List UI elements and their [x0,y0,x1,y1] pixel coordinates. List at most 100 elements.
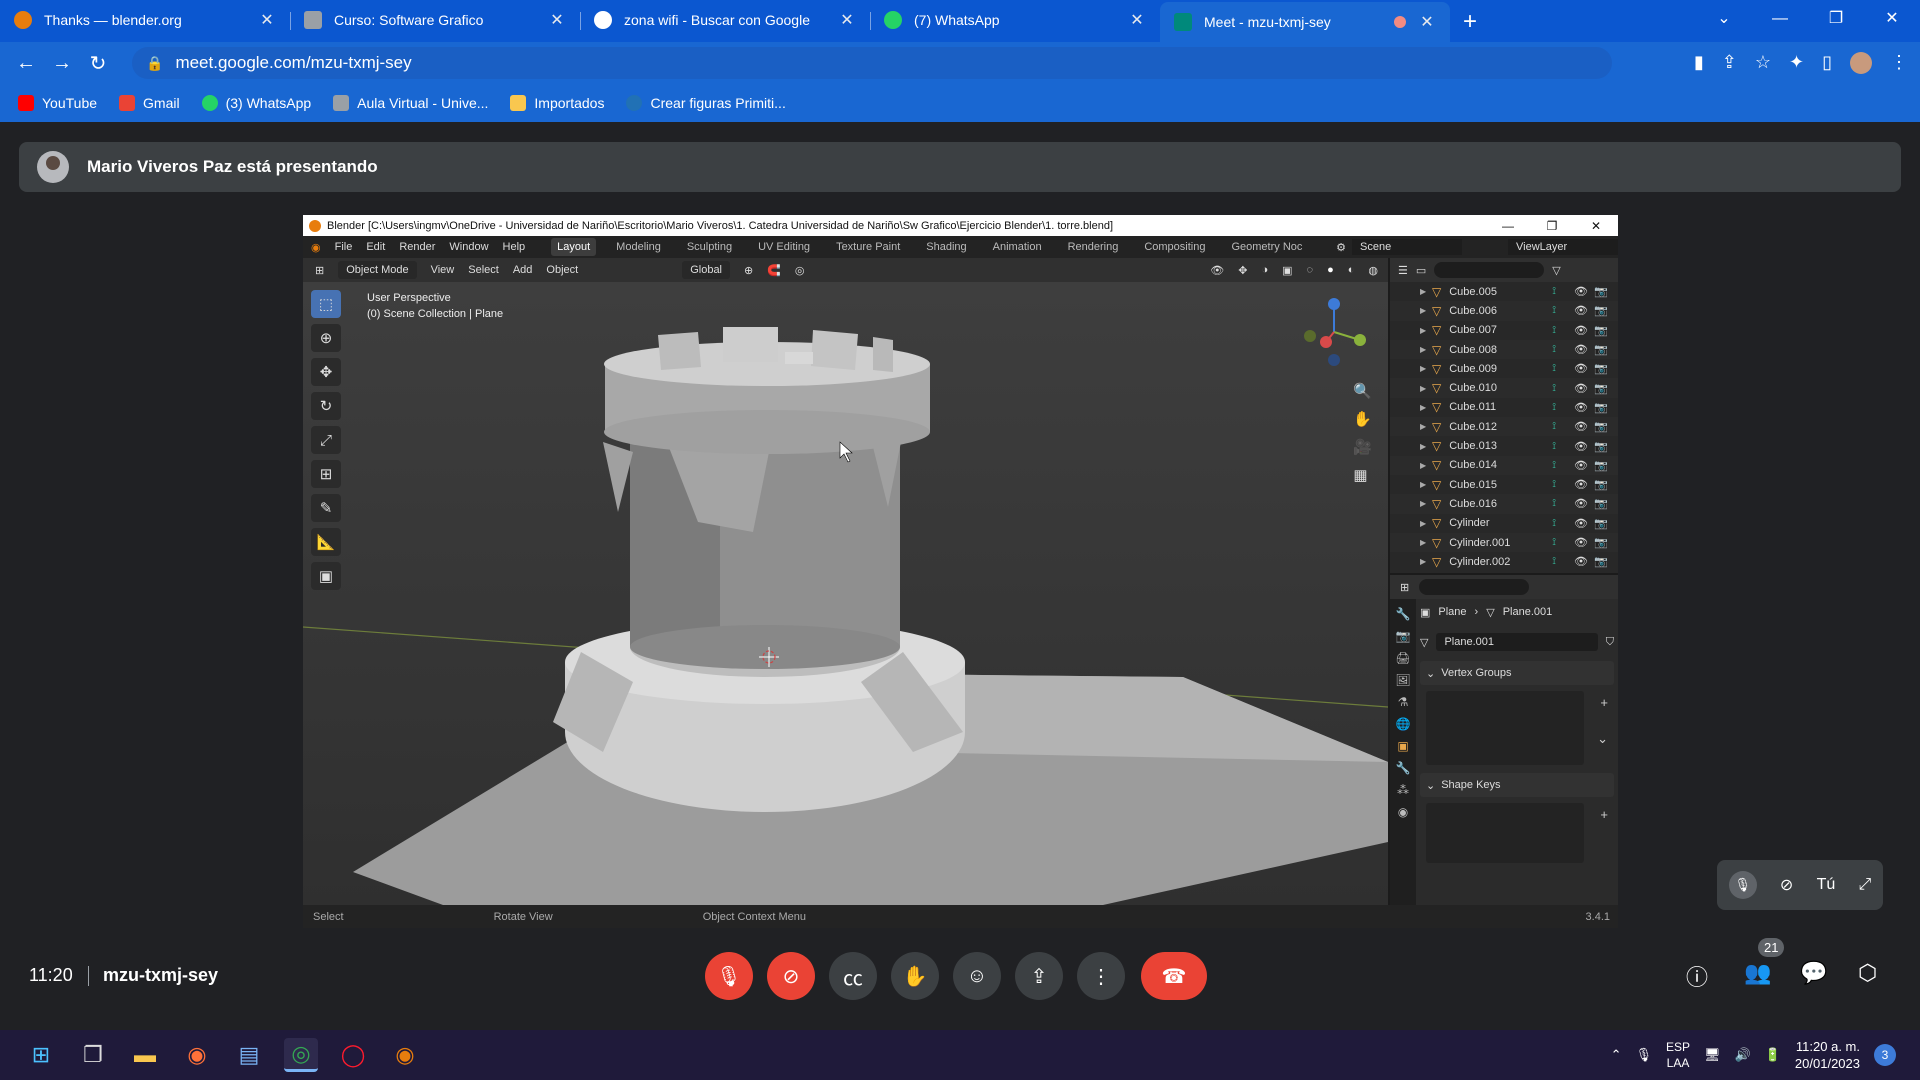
outliner-item[interactable]: ▶ ▽ Cube.011 ⟟ 👁 📷 [1390,398,1618,417]
bookmark-aula-virtual[interactable]: Aula Virtual - Unive... [333,95,488,111]
close-icon[interactable]: ✕ [548,10,566,30]
bookmark-youtube[interactable]: YouTube [18,95,97,111]
firefox-icon[interactable]: ◉ [180,1038,214,1072]
expand-arrow-icon[interactable]: ▶ [1420,364,1426,373]
menu-icon[interactable]: ⋮ [1890,52,1908,74]
more-options-button[interactable]: ⋮ [1077,952,1125,1000]
workspace-animation[interactable]: Animation [987,238,1048,256]
3d-viewport[interactable]: User Perspective (0) Scene Collection | … [303,282,1388,905]
modifier-icon[interactable]: ⟟ [1552,479,1556,490]
chrome-icon[interactable]: ◎ [284,1038,318,1072]
shading-wireframe-icon[interactable]: ◌ [1307,264,1314,276]
modifier-icon[interactable]: ⟟ [1552,556,1556,567]
opera-icon[interactable]: ◯ [336,1038,370,1072]
add-vertex-group-icon[interactable]: + [1600,695,1608,710]
volume-icon[interactable]: 🔊 [1735,1047,1751,1063]
properties-search-input[interactable] [1419,579,1530,595]
visibility-eye-icon[interactable]: 👁 [1574,536,1588,549]
tab-blender[interactable]: Thanks — blender.org ✕ [0,2,290,38]
render-camera-icon[interactable]: 📷 [1594,401,1608,414]
gizmo-toggle-icon[interactable]: ✥ [1238,264,1247,277]
xray-icon[interactable]: ▣ [1282,264,1292,277]
modifier-icon[interactable]: ⟟ [1552,460,1556,471]
shading-rendered-icon[interactable]: ◍ [1368,264,1378,277]
render-camera-icon[interactable]: 📷 [1594,285,1608,298]
close-icon[interactable]: ✕ [838,10,856,30]
close-icon[interactable]: ✕ [1418,12,1436,32]
shading-solid-icon[interactable]: ● [1327,264,1334,276]
restore-icon[interactable]: ❐ [1530,219,1574,233]
render-camera-icon[interactable]: 📷 [1594,382,1608,395]
modifier-icon[interactable]: ⟟ [1552,363,1556,374]
add-cube-tool-icon[interactable]: ▣ [311,562,341,590]
forward-icon[interactable]: → [44,52,80,75]
scene-tab-icon[interactable]: ⚗ [1398,695,1409,709]
menu-view[interactable]: View [431,264,455,276]
shape-keys-panel-header[interactable]: ⌄ Shape Keys [1420,773,1614,797]
modifier-icon[interactable]: ⟟ [1552,421,1556,432]
navigation-gizmo[interactable] [1294,292,1374,372]
workspace-texture-paint[interactable]: Texture Paint [830,238,906,256]
vertex-groups-panel-header[interactable]: ⌄ Vertex Groups [1420,661,1614,685]
gizmo-y-icon[interactable] [1354,334,1366,346]
clock-date[interactable]: 11:20 a. m. 20/01/2023 [1795,1038,1860,1072]
visibility-eye-icon[interactable]: 👁 [1574,497,1588,510]
scale-tool-icon[interactable]: ⤢ [311,426,341,454]
zoom-icon[interactable]: 🔍 [1353,382,1372,400]
tab-search-icon[interactable]: ⌄ [1696,0,1752,40]
file-explorer-icon[interactable]: ▬ [128,1038,162,1072]
modifier-icon[interactable]: ⟟ [1552,286,1556,297]
move-tool-icon[interactable]: ✥ [311,358,341,386]
microphone-icon[interactable]: 🎙 [1636,1047,1653,1063]
overlay-toggle-icon[interactable]: ◑ [1261,264,1268,276]
camera-toggle-button[interactable]: ⊘ [767,952,815,1000]
pan-hand-icon[interactable]: ✋ [1353,410,1372,428]
outliner-item[interactable]: ▶ ▽ Cube.007 ⟟ 👁 📷 [1390,321,1618,340]
bookmark-gmail[interactable]: Gmail [119,95,180,111]
shape-keys-list[interactable]: + [1426,803,1608,863]
transform-orientation-dropdown[interactable]: Global [682,261,730,279]
modifier-icon[interactable]: ⟟ [1552,305,1556,316]
visibility-eye-icon[interactable]: 👁 [1574,382,1588,395]
close-window-icon[interactable]: ✕ [1864,0,1920,40]
expand-arrow-icon[interactable]: ▶ [1420,461,1426,470]
present-screen-button[interactable]: ⇪ [1015,952,1063,1000]
control-panel-icon[interactable]: ▤ [232,1038,266,1072]
filter-icon[interactable]: ▽ [1552,264,1560,277]
notification-badge[interactable]: 3 [1874,1044,1896,1066]
render-tab-icon[interactable]: 📷 [1396,629,1411,643]
menu-window[interactable]: Window [449,241,488,253]
visibility-eye-icon[interactable]: 👁 [1574,401,1588,414]
outliner-item[interactable]: ▶ ▽ Cube.010 ⟟ 👁 📷 [1390,378,1618,398]
extensions-icon[interactable]: ✦ [1789,52,1804,74]
annotate-tool-icon[interactable]: ✎ [311,494,341,522]
rotate-tool-icon[interactable]: ↻ [311,392,341,420]
reactions-button[interactable]: ☺ [953,952,1001,1000]
network-icon[interactable]: 🖥 [1704,1047,1721,1063]
render-camera-icon[interactable]: 📷 [1594,304,1608,317]
more-options-icon[interactable]: ⌄ [1597,731,1608,747]
add-shape-key-icon[interactable]: + [1600,807,1608,822]
menu-help[interactable]: Help [503,241,526,253]
outliner-item[interactable]: ▶ ▽ Cube.012 ⟟ 👁 📷 [1390,417,1618,437]
mesh-name-field[interactable]: Plane.001 [1436,633,1598,651]
gizmo-neg-y-icon[interactable] [1304,330,1316,342]
render-camera-icon[interactable]: 📷 [1594,459,1608,472]
menu-select[interactable]: Select [468,264,499,276]
expand-arrow-icon[interactable]: ▶ [1420,557,1426,566]
raise-hand-button[interactable]: ✋ [891,952,939,1000]
visibility-eye-icon[interactable]: 👁 [1574,362,1588,375]
tool-tab-icon[interactable]: 🔧 [1396,607,1411,621]
editor-type-icon[interactable]: ⊞ [315,264,324,277]
activities-icon[interactable]: ⬡ [1858,960,1877,986]
close-icon[interactable]: ✕ [258,10,276,30]
restore-icon[interactable]: ❐ [1808,0,1864,40]
outliner-search-input[interactable] [1434,262,1545,278]
blender-logo-menu-icon[interactable]: ◉ [311,241,321,254]
outliner-item[interactable]: ▶ ▽ Cube.009 ⟟ 👁 📷 [1390,359,1618,378]
menu-object[interactable]: Object [546,264,578,276]
input-language[interactable]: ESP LAA [1666,1039,1690,1071]
tray-overflow-icon[interactable]: ⌃ [1611,1047,1622,1063]
tab-curso[interactable]: Curso: Software Grafico ✕ [290,2,580,38]
gizmo-z-icon[interactable] [1328,298,1340,310]
